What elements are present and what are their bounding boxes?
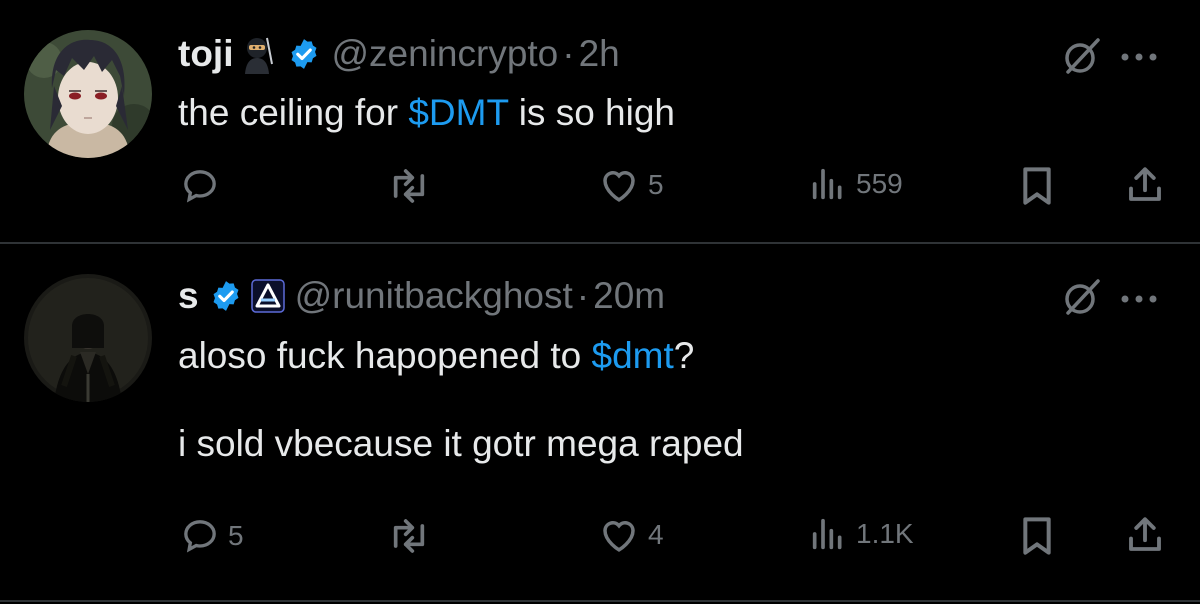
more-options-icon[interactable] bbox=[1119, 293, 1159, 305]
tweet-text: the ceiling for $DMT is so high bbox=[178, 91, 675, 135]
avatar[interactable] bbox=[24, 274, 152, 402]
tweet-header: toji @zenincrypto · 2h bbox=[178, 32, 620, 76]
verified-badge-icon bbox=[209, 279, 243, 313]
like-count: 5 bbox=[648, 169, 664, 200]
reply-button[interactable] bbox=[180, 166, 228, 206]
reply-icon bbox=[184, 170, 216, 203]
view-count: 559 bbox=[856, 168, 903, 199]
timestamp[interactable]: 20m bbox=[593, 274, 665, 318]
tweet-header: s @runitbackghost · 20m bbox=[178, 274, 665, 318]
repost-icon bbox=[393, 519, 425, 553]
reply-count: 5 bbox=[228, 520, 244, 551]
action-bar: 5 559 bbox=[0, 158, 1200, 208]
share-icon bbox=[1129, 167, 1161, 201]
user-handle[interactable]: @zenincrypto bbox=[331, 32, 558, 76]
user-handle[interactable]: @runitbackghost bbox=[295, 274, 573, 318]
views-button[interactable]: 559 bbox=[808, 164, 903, 204]
view-count: 1.1K bbox=[856, 518, 914, 549]
views-button[interactable]: 1.1K bbox=[808, 514, 914, 554]
text-before: aloso fuck hapopened to bbox=[178, 335, 592, 376]
verified-badge-icon bbox=[287, 37, 321, 71]
cashtag-link[interactable]: $dmt bbox=[592, 335, 674, 376]
share-button[interactable] bbox=[1124, 514, 1166, 556]
ninja-emoji-icon bbox=[237, 34, 277, 74]
anime-character-avatar-icon bbox=[24, 30, 152, 158]
repost-icon bbox=[393, 169, 425, 203]
timestamp[interactable]: 2h bbox=[579, 32, 620, 76]
views-icon bbox=[812, 518, 842, 550]
like-count: 4 bbox=[648, 519, 664, 550]
repost-button[interactable] bbox=[385, 516, 441, 556]
display-name[interactable]: toji bbox=[178, 32, 233, 76]
reply-icon bbox=[184, 520, 216, 553]
bookmark-icon bbox=[1023, 517, 1051, 555]
bookmark-icon bbox=[1023, 167, 1051, 205]
affiliate-badge-icon bbox=[250, 279, 285, 313]
reply-button[interactable]: 5 bbox=[180, 516, 244, 556]
grok-icon[interactable] bbox=[1060, 34, 1104, 78]
like-button[interactable]: 4 bbox=[598, 514, 664, 556]
text-before: the ceiling for bbox=[178, 92, 409, 133]
grok-icon[interactable] bbox=[1060, 275, 1104, 319]
text-after: is so high bbox=[508, 92, 676, 133]
views-icon bbox=[812, 168, 842, 200]
action-bar: 5 4 1.1K bbox=[0, 516, 1200, 566]
tweet[interactable]: toji @zenincrypto · 2h the ceiling for $… bbox=[0, 0, 1200, 242]
like-button[interactable]: 5 bbox=[598, 164, 664, 206]
dark-figure-avatar-icon bbox=[24, 274, 152, 402]
repost-button[interactable] bbox=[385, 166, 441, 206]
avatar[interactable] bbox=[24, 30, 152, 158]
tweet-text: aloso fuck hapopened to $dmt? i sold vbe… bbox=[178, 334, 744, 466]
share-icon bbox=[1129, 517, 1161, 551]
heart-icon bbox=[603, 521, 635, 552]
bookmark-button[interactable] bbox=[1017, 164, 1057, 208]
tweet[interactable]: s @runitbackghost · 20m aloso fuck hapop… bbox=[0, 244, 1200, 602]
separator-dot: · bbox=[576, 275, 590, 316]
bookmark-button[interactable] bbox=[1017, 514, 1057, 558]
more-options-icon[interactable] bbox=[1119, 51, 1159, 63]
separator-dot: · bbox=[562, 33, 575, 74]
heart-icon bbox=[603, 171, 635, 202]
display-name[interactable]: s bbox=[178, 274, 199, 318]
share-button[interactable] bbox=[1124, 164, 1166, 206]
tweet-divider bbox=[0, 600, 1200, 602]
cashtag-link[interactable]: $DMT bbox=[408, 92, 508, 133]
